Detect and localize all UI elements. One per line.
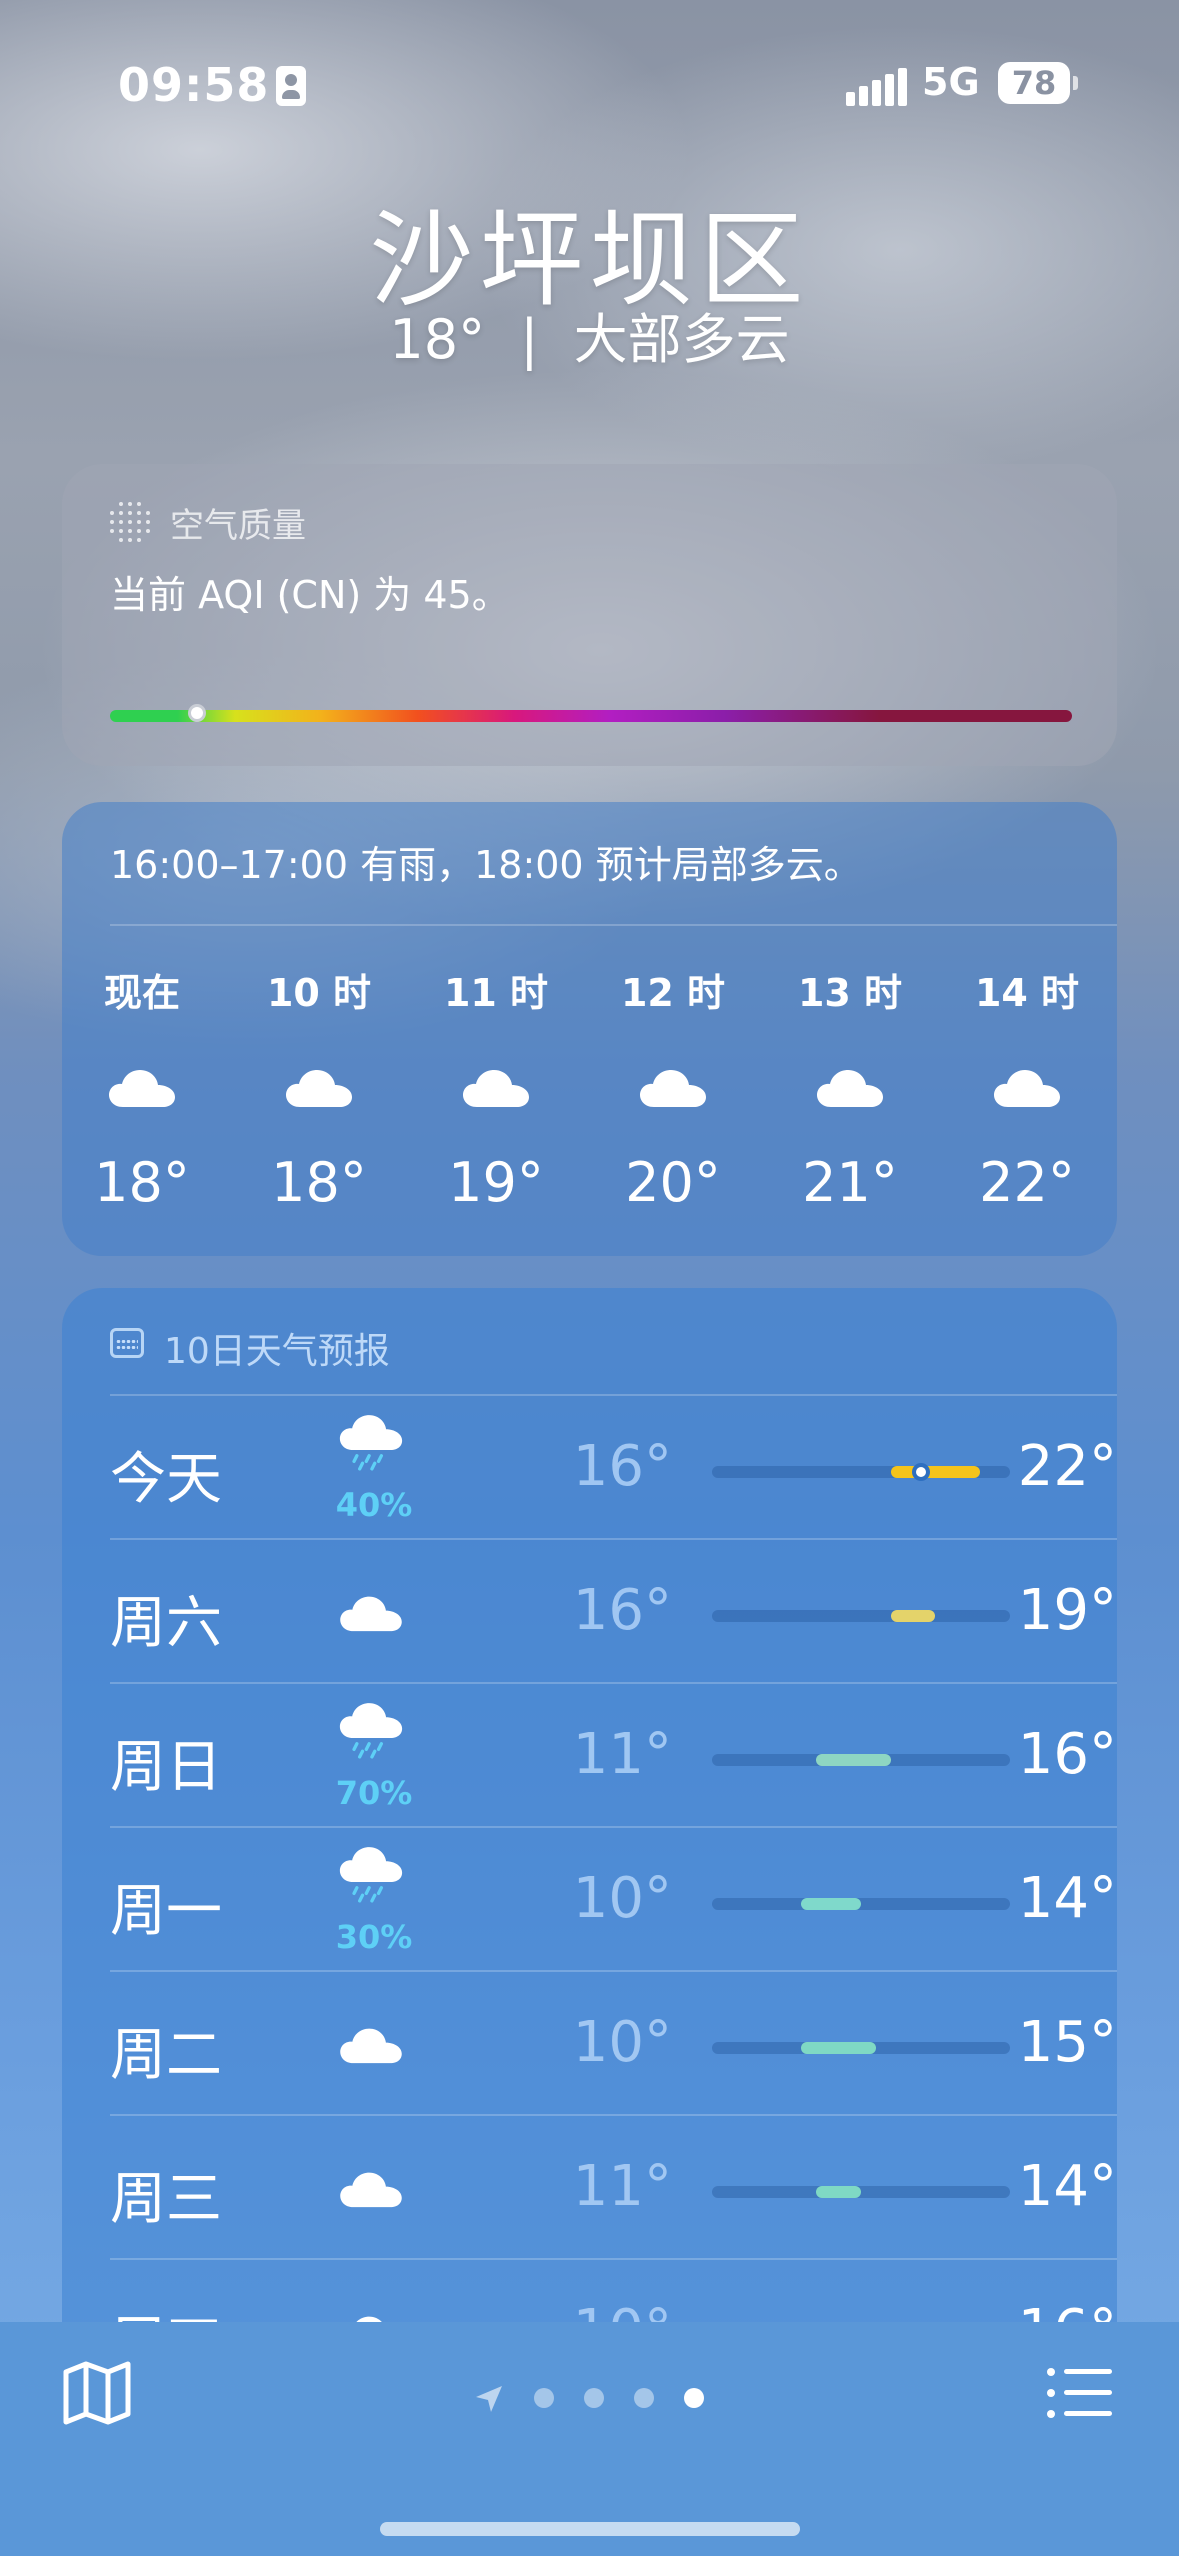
map-icon[interactable] [62, 2360, 132, 2426]
temp-range-bar [712, 1898, 1010, 1910]
temp-range-bar [712, 2186, 1010, 2198]
hour-temp: 18° [271, 1151, 367, 1214]
battery-icon: 78 [998, 62, 1078, 104]
status-bar: 09:58 5G 78 [0, 58, 1179, 118]
hour-temp: 21° [802, 1151, 898, 1214]
hour-label: 11 时 [443, 971, 549, 1015]
page-dot[interactable] [684, 2388, 704, 2408]
hour-temp: 18° [94, 1151, 190, 1214]
low-temp: 11° [572, 1722, 672, 1787]
temp-range-fill [816, 1754, 891, 1766]
page-dot[interactable] [584, 2388, 604, 2408]
current-temp: 18° [389, 308, 486, 371]
low-temp: 16° [572, 1434, 672, 1499]
temp-range-fill [890, 1610, 936, 1622]
air-quality-card[interactable]: 空气质量 当前 AQI (CN) 为 45。 [62, 464, 1117, 766]
page-dot[interactable] [534, 2388, 554, 2408]
air-quality-title: 空气质量 [170, 506, 306, 546]
daily-forecast-title: 10日天气预报 [164, 1331, 390, 1372]
day-name: 今天 [110, 1447, 222, 1512]
air-quality-icon [110, 502, 152, 544]
status-time: 09:58 [118, 58, 270, 112]
low-temp: 10° [572, 2010, 672, 2075]
temp-range-fill [890, 1466, 981, 1478]
high-temp: 22° [1017, 1434, 1117, 1499]
daily-row[interactable]: 周三 11° 14° [110, 2114, 1117, 2260]
day-name: 周二 [110, 2023, 222, 2088]
hour-temp: 22° [979, 1151, 1075, 1214]
hour-label: 13 时 [797, 971, 903, 1015]
page-dot[interactable] [634, 2388, 654, 2408]
bottom-toolbar [0, 2322, 1179, 2556]
temp-range-bar [712, 1610, 1010, 1622]
high-temp: 14° [1017, 2154, 1117, 2219]
current-conditions: 18° | 大部多云 [0, 295, 1179, 374]
daily-row[interactable]: 周日 70% 11° 16° [110, 1682, 1117, 1828]
hourly-forecast-card[interactable]: 16:00–17:00 有雨，18:00 预计局部多云。 现在 18° 10 时 18… [62, 802, 1117, 1256]
air-quality-indicator [187, 704, 206, 722]
hour-temp: 20° [625, 1151, 721, 1214]
hour-label: 10 时 [266, 971, 372, 1015]
hourly-item: 10 时 18° [244, 962, 394, 1214]
conditions-separator: | [520, 308, 539, 371]
home-indicator[interactable] [380, 2522, 800, 2536]
daily-row[interactable]: 今天 40% 16° 22° [110, 1394, 1117, 1540]
cloud-icon [638, 1065, 708, 1113]
low-temp: 10° [572, 1866, 672, 1931]
list-icon[interactable] [1046, 2366, 1112, 2420]
hour-temp: 19° [448, 1151, 544, 1214]
high-temp: 19° [1017, 1578, 1117, 1643]
day-name: 周日 [110, 1735, 222, 1800]
hourly-item: 13 时 21° [775, 962, 925, 1214]
cloud-icon [284, 1065, 354, 1113]
daily-row[interactable]: 周二 10° 15° [110, 1970, 1117, 2116]
air-quality-bar [110, 704, 1072, 722]
high-temp: 15° [1017, 2010, 1117, 2075]
calendar-icon [110, 1328, 144, 1358]
high-temp: 16° [1017, 1722, 1117, 1787]
hourly-item: 14 时 22° [952, 962, 1102, 1214]
hourly-item: 12 时 20° [598, 962, 748, 1214]
hour-label: 12 时 [620, 971, 726, 1015]
location-arrow-icon [476, 2386, 502, 2412]
condition-text: 大部多云 [573, 308, 790, 371]
temp-range-bar [712, 1463, 1010, 1481]
cloud-icon [461, 1065, 531, 1113]
cloud-icon [107, 1065, 177, 1113]
hourly-item: 现在 18° [67, 962, 217, 1214]
cloud-icon [992, 1065, 1062, 1113]
day-name: 周一 [110, 1879, 222, 1944]
hour-label: 14 时 [974, 971, 1080, 1015]
network-type: 5G [922, 60, 980, 104]
air-quality-text: 当前 AQI (CN) 为 45。 [110, 573, 510, 617]
temp-range-bar [712, 1754, 1010, 1766]
daily-row[interactable]: 周六 16° 19° [110, 1538, 1117, 1684]
hourly-item: 11 时 19° [421, 962, 571, 1214]
contact-card-icon [276, 66, 306, 106]
cloud-icon [815, 1065, 885, 1113]
day-name: 周六 [110, 1591, 222, 1656]
day-name: 周三 [110, 2167, 222, 2232]
daily-row[interactable]: 周一 30% 10° 14° [110, 1826, 1117, 1972]
signal-icon [846, 68, 907, 106]
temp-range-fill [801, 1898, 861, 1910]
hour-label: 现在 [103, 971, 180, 1015]
low-temp: 11° [572, 2154, 672, 2219]
hourly-summary: 16:00–17:00 有雨，18:00 预计局部多云。 [110, 843, 862, 887]
temp-range-fill [801, 2042, 876, 2054]
temp-range-fill [816, 2186, 861, 2198]
low-temp: 16° [572, 1578, 672, 1643]
temp-range-bar [712, 2042, 1010, 2054]
current-temp-marker [911, 1463, 930, 1481]
divider [110, 924, 1117, 926]
high-temp: 14° [1017, 1866, 1117, 1931]
